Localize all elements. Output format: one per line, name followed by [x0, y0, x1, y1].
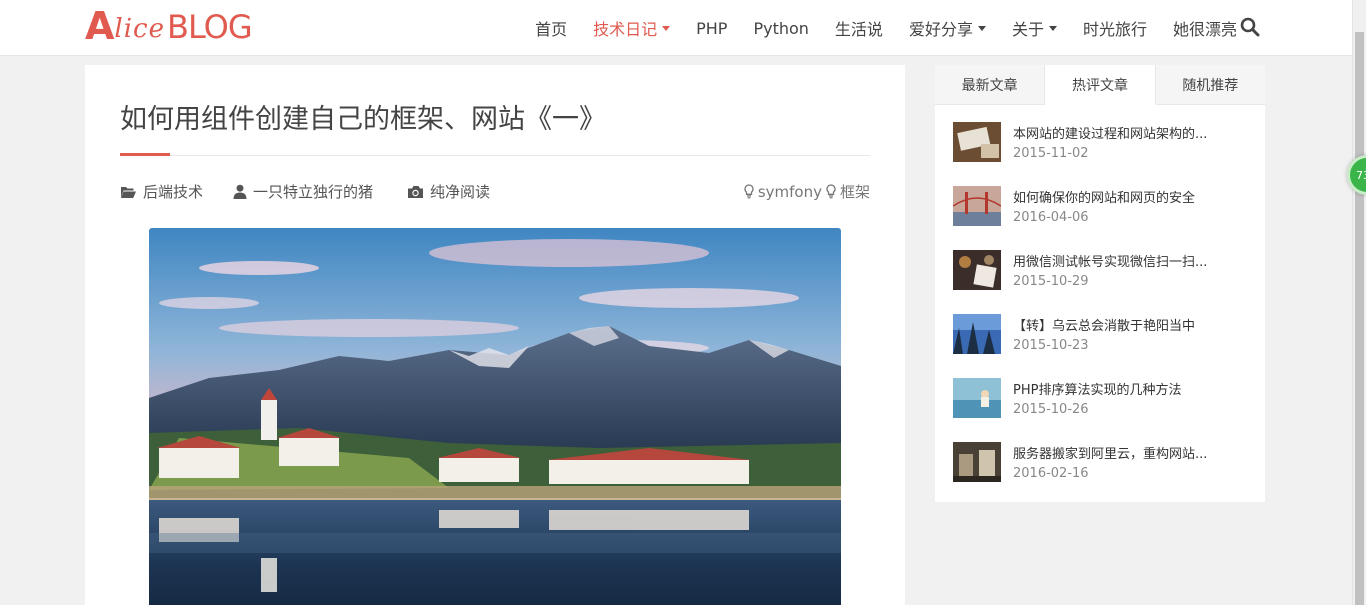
sidebar-post[interactable]: 服务器搬家到阿里云，重构网站... 2016-02-16 [953, 441, 1253, 505]
tag-label: symfony [757, 182, 822, 201]
user-icon [233, 184, 247, 199]
tab-hot-comments[interactable]: 热评文章 [1045, 65, 1156, 105]
post-thumbnail[interactable] [953, 122, 1001, 162]
badge-count: 73 [1356, 168, 1366, 182]
lightbulb-icon [826, 184, 836, 199]
sidebar-tabs: 最新文章 热评文章 随机推荐 [935, 65, 1265, 105]
camera-icon [408, 185, 423, 198]
nav-item-label: 时光旅行 [1082, 20, 1147, 39]
post-date: 2016-04-06 [1013, 210, 1089, 225]
logo-letter: A [85, 4, 115, 48]
article-title: 如何用组件创建自己的框架、网站《一》 [120, 104, 606, 135]
caret-down-icon [662, 25, 671, 31]
post-title[interactable]: 服务器搬家到阿里云，重构网站... [1013, 443, 1228, 462]
tag-framework[interactable]: 框架 [826, 181, 870, 202]
category-label: 后端技术 [143, 183, 204, 201]
folder-open-icon [121, 186, 136, 198]
nav-item-label: PHP [696, 18, 728, 38]
sidebar-post[interactable]: 【转】乌云总会消散于艳阳当中 2015-10-23 [953, 313, 1253, 377]
post-date: 2015-10-26 [1013, 402, 1089, 417]
site-header: A lice BLOG 首页 技术日记 PHP Python 生活说 爱好分享 … [0, 0, 1352, 56]
post-title[interactable]: 用微信测试帐号实现微信扫一扫... [1013, 251, 1228, 270]
nav-item-home[interactable]: 首页 [522, 16, 580, 40]
sidebar-post[interactable]: 如何确保你的网站和网页的安全 2016-04-06 [953, 185, 1253, 249]
post-thumbnail[interactable] [953, 378, 1001, 418]
caret-down-icon [977, 25, 986, 31]
search-icon[interactable] [1240, 17, 1262, 39]
sidebar-widget: 最新文章 热评文章 随机推荐 本网站的建设过程和网站架构的... 2015-11… [935, 65, 1265, 502]
article-meta: 后端技术 一只特立独行的猪 纯净阅读 symfony 框架 [120, 181, 870, 203]
post-thumbnail[interactable] [953, 314, 1001, 354]
sidebar-post-list: 本网站的建设过程和网站架构的... 2015-11-02 如何确保你的网站和网页… [953, 121, 1253, 505]
nav-item-about[interactable]: 关于 [999, 16, 1070, 40]
post-date: 2016-02-16 [1013, 466, 1089, 481]
meta-author[interactable]: 一只特立独行的猪 [233, 181, 373, 202]
post-date: 2015-11-02 [1013, 146, 1089, 161]
floating-counter-badge[interactable]: 73 [1347, 155, 1366, 195]
nav-item-label: 生活说 [834, 20, 883, 39]
post-title[interactable]: PHP排序算法实现的几种方法 [1013, 379, 1228, 398]
nav-item-label: 关于 [1011, 20, 1044, 39]
article-card: 如何用组件创建自己的框架、网站《一》 后端技术 一只特立独行的猪 纯净阅读 sy… [85, 65, 905, 605]
post-thumbnail[interactable] [953, 250, 1001, 290]
nav-item-label: 首页 [535, 20, 568, 39]
nav-item-tech-diary[interactable]: 技术日记 [580, 16, 683, 40]
post-title[interactable]: 【转】乌云总会消散于艳阳当中 [1013, 315, 1228, 334]
site-logo[interactable]: A lice BLOG [85, 4, 253, 48]
post-thumbnail[interactable] [953, 442, 1001, 482]
title-accent-bar [120, 153, 170, 156]
nav-item-time-travel[interactable]: 时光旅行 [1070, 16, 1160, 40]
nav-item-life[interactable]: 生活说 [822, 16, 896, 40]
page-scrollbar[interactable] [1352, 0, 1366, 605]
tab-random[interactable]: 随机推荐 [1155, 65, 1265, 104]
article-tags: symfony 框架 [740, 181, 870, 202]
nav-item-php[interactable]: PHP [683, 19, 740, 38]
nav-item-python[interactable]: Python [740, 19, 821, 38]
reader-mode-label: 纯净阅读 [430, 183, 491, 201]
post-date: 2015-10-29 [1013, 274, 1089, 289]
lightbulb-icon [744, 184, 754, 199]
nav-item-label: 技术日记 [593, 20, 658, 39]
post-date: 2015-10-23 [1013, 338, 1089, 353]
sidebar-post[interactable]: PHP排序算法实现的几种方法 2015-10-26 [953, 377, 1253, 441]
scrollbar-thumb[interactable] [1355, 32, 1364, 605]
sidebar-post[interactable]: 用微信测试帐号实现微信扫一扫... 2015-10-29 [953, 249, 1253, 313]
author-label: 一只特立独行的猪 [253, 183, 374, 201]
nav-item-label: 她很漂亮 [1172, 20, 1237, 39]
nav-item-pretty[interactable]: 她很漂亮 [1160, 16, 1250, 40]
article-hero-image [149, 228, 841, 605]
logo-blog-text: BLOG [167, 8, 253, 46]
post-title[interactable]: 本网站的建设过程和网站架构的... [1013, 123, 1228, 142]
tag-symfony[interactable]: symfony [744, 183, 822, 201]
caret-down-icon [1048, 25, 1057, 31]
meta-category[interactable]: 后端技术 [120, 181, 203, 202]
meta-reader-mode[interactable]: 纯净阅读 [407, 181, 490, 202]
post-title[interactable]: 如何确保你的网站和网页的安全 [1013, 187, 1228, 206]
sidebar-post[interactable]: 本网站的建设过程和网站架构的... 2015-11-02 [953, 121, 1253, 185]
post-thumbnail[interactable] [953, 186, 1001, 226]
nav-item-label: 爱好分享 [908, 20, 973, 39]
nav-item-label: Python [753, 18, 809, 38]
nav-item-hobby[interactable]: 爱好分享 [896, 16, 999, 40]
logo-text: lice [114, 14, 166, 44]
title-divider [120, 155, 870, 156]
main-nav: 首页 技术日记 PHP Python 生活说 爱好分享 关于 时光旅行 她很漂亮 [522, 0, 1250, 56]
tag-label: 框架 [839, 183, 870, 201]
tab-latest[interactable]: 最新文章 [935, 65, 1046, 104]
